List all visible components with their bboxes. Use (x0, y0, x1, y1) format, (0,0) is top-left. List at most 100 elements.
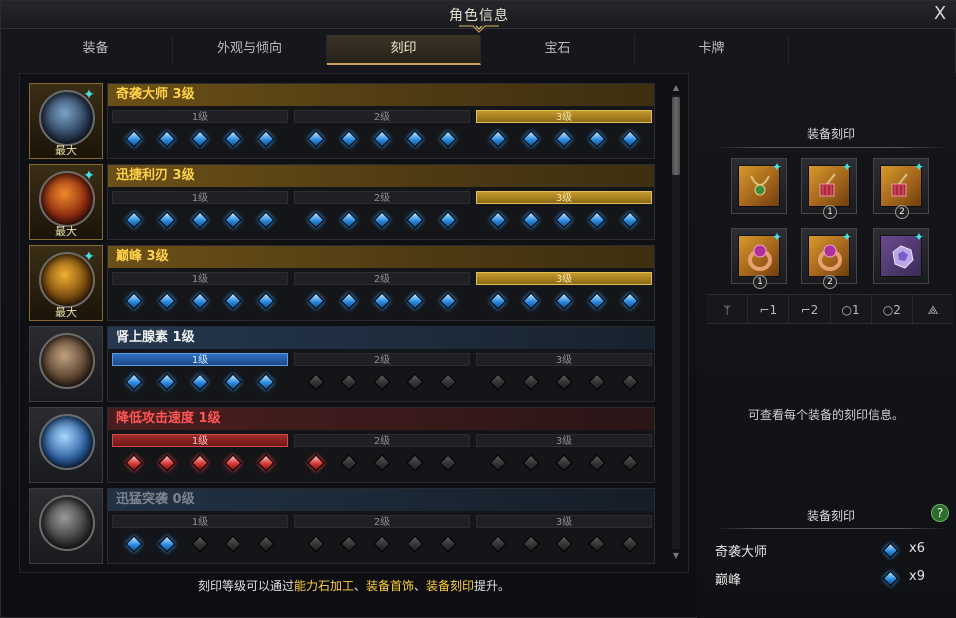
max-star-icon: ✦ (83, 87, 95, 103)
equipment-slot[interactable]: ✦ 2 (873, 158, 929, 219)
gem-row (476, 452, 652, 474)
level-bar: 1级 (112, 272, 288, 285)
help-button[interactable]: ? (931, 504, 949, 522)
necklace-type-icon[interactable]: ᛘ (707, 295, 749, 323)
engraving-row[interactable]: ✦ 最大 迅捷利刃 3级 1级 2级 3级 (29, 164, 657, 240)
engraving-icon-frame (29, 488, 103, 564)
divider (713, 528, 949, 529)
tab-cards[interactable]: 卡牌 (635, 35, 789, 65)
equipment-slot[interactable]: ✦ (731, 158, 787, 214)
engraving-row[interactable]: 降低攻击速度 1级 1级 2级 3级 (29, 407, 657, 483)
tab-gems[interactable]: 宝石 (481, 35, 635, 65)
ability-stone-type-icon[interactable]: ⟁ (913, 295, 953, 323)
empty-gem-icon (307, 535, 325, 553)
blue-gem-icon (522, 292, 540, 310)
equipment-slot[interactable]: ✦ 2 (801, 228, 857, 289)
tab-appearance[interactable]: 外观与倾向 (173, 35, 327, 65)
blue-gem-icon (158, 211, 176, 229)
engraving-name: 降低攻击速度 1级 (108, 408, 654, 430)
summary-engraving-count: x9 (909, 569, 925, 584)
blue-gem-icon (125, 535, 143, 553)
blue-gem-icon (406, 292, 424, 310)
engraving-row[interactable]: ✦ 最大 奇袭大师 3级 1级 2级 3级 (29, 83, 657, 159)
hint-separator: 、 (353, 579, 366, 593)
gem-row (476, 209, 652, 231)
engraving-icon-frame: ✦ 最大 (29, 245, 103, 321)
blue-gem-icon (373, 130, 391, 148)
red-gem-icon (224, 454, 242, 472)
blue-gem-icon (224, 211, 242, 229)
gem-row (476, 290, 652, 312)
engraving-name: 迅捷利刃 3级 (108, 165, 654, 187)
engraving-scrollbar[interactable]: ▲ ▼ (669, 83, 683, 561)
engraving-row[interactable]: ✦ 最大 巅峰 3级 1级 2级 3级 (29, 245, 657, 321)
engraving-name: 肾上腺素 1级 (108, 327, 654, 349)
blue-gem-icon (439, 130, 457, 148)
engraving-gem-icon (882, 542, 899, 559)
gem-row (294, 533, 470, 555)
ring-2-type-icon[interactable]: ○2 (872, 295, 913, 323)
engraving-gem-icon (882, 570, 899, 587)
equipment-slot[interactable]: ✦ (873, 228, 929, 284)
engraving-body: 迅捷利刃 3级 1级 2级 3级 (107, 164, 655, 240)
close-button[interactable]: X (929, 3, 951, 25)
blue-gem-icon (555, 130, 573, 148)
level-bar: 3级 (476, 434, 652, 447)
equipment-engraving-panel (697, 73, 956, 618)
blue-gem-icon (307, 292, 325, 310)
engraving-name: 奇袭大师 3级 (108, 84, 654, 106)
gem-row (294, 371, 470, 393)
level-bar: 3级 (476, 110, 652, 123)
blue-gem-icon (224, 373, 242, 391)
scroll-down-icon[interactable]: ▼ (670, 551, 682, 561)
max-star-icon: ✦ (83, 249, 95, 265)
earring-2-type-icon[interactable]: ⌐2 (789, 295, 831, 323)
max-label: 最大 (55, 144, 77, 157)
empty-gem-icon (373, 454, 391, 472)
hint-engraving-book: 装备刻印 (426, 579, 475, 593)
blue-gem-icon (588, 211, 606, 229)
empty-gem-icon (340, 454, 358, 472)
tab-engraving[interactable]: 刻印 (327, 35, 481, 65)
equipment-slot[interactable]: ✦ 1 (731, 228, 787, 289)
blue-gem-icon (522, 130, 540, 148)
empty-gem-icon (621, 535, 639, 553)
gem-row (112, 128, 288, 150)
empty-gem-icon (588, 373, 606, 391)
empty-gem-icon (191, 535, 209, 553)
max-star-icon: ✦ (83, 168, 95, 184)
slot-number-badge: 2 (895, 205, 909, 219)
blue-gem-icon (588, 292, 606, 310)
equipment-slot[interactable]: ✦ 1 (801, 158, 857, 219)
character-info-window: 角色信息 X 装备 外观与倾向 刻印 宝石 卡牌 ✦ 最大 奇袭大师 3级 1级 2级 3… (0, 0, 956, 618)
blue-gem-icon (158, 535, 176, 553)
empty-gem-icon (439, 454, 457, 472)
engraving-icon-frame: ✦ 最大 (29, 164, 103, 240)
tab-equipment[interactable]: 装备 (19, 35, 173, 65)
blue-gem-icon (439, 211, 457, 229)
hint-accessories: 装备首饰 (365, 579, 414, 593)
blue-gem-icon (522, 211, 540, 229)
blue-gem-icon (191, 373, 209, 391)
engraving-row[interactable]: 肾上腺素 1级 1级 2级 3级 (29, 326, 657, 402)
empty-gem-icon (621, 454, 639, 472)
earring-1-type-icon[interactable]: ⌐1 (748, 295, 790, 323)
gem-row (294, 209, 470, 231)
blue-gem-icon (621, 292, 639, 310)
empty-gem-icon (522, 373, 540, 391)
ring-1-type-icon[interactable]: ○1 (831, 295, 872, 323)
scroll-up-icon[interactable]: ▲ (670, 83, 682, 93)
hint-prefix: 刻印等级可以通过 (197, 579, 294, 593)
blue-gem-icon (191, 130, 209, 148)
scroll-thumb[interactable] (672, 97, 680, 175)
gem-row (476, 371, 652, 393)
title-bar[interactable]: 角色信息 X (1, 1, 956, 33)
blue-gem-icon (257, 211, 275, 229)
summary-row: 巅峰 x9 (713, 567, 949, 589)
engraving-row[interactable]: 迅猛突袭 0级 1级 2级 3级 (29, 488, 657, 564)
blue-gem-icon (489, 211, 507, 229)
empty-gem-icon (373, 535, 391, 553)
level-bar: 2级 (294, 515, 470, 528)
blue-gem-icon (588, 130, 606, 148)
gem-row (294, 128, 470, 150)
